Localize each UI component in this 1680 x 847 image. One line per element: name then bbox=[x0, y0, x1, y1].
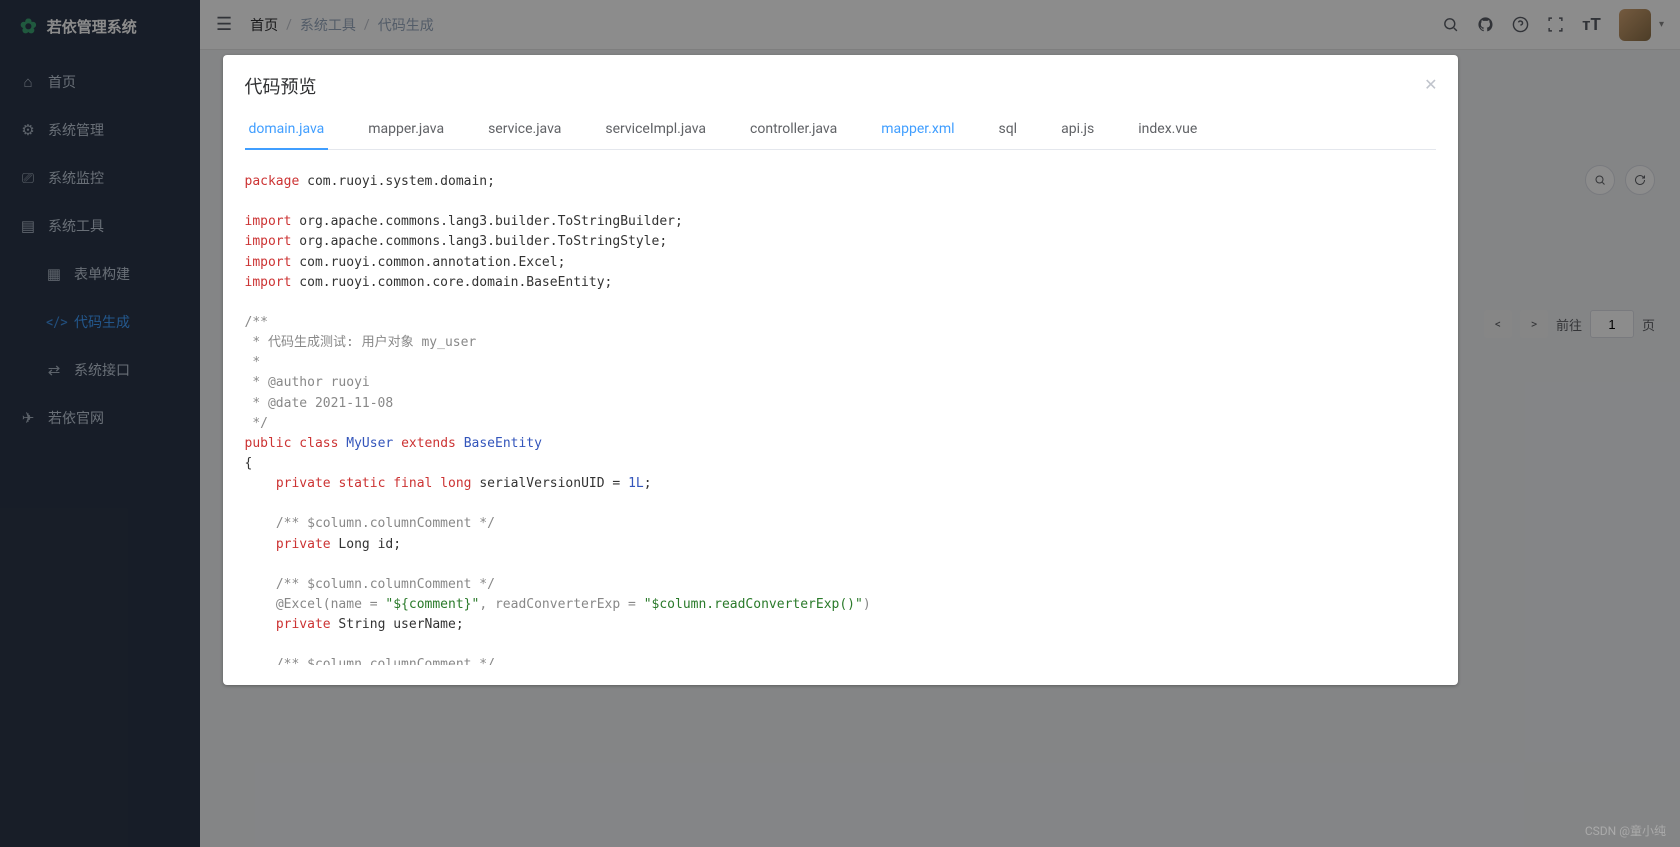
modal-header: 代码预览 bbox=[223, 55, 1458, 109]
tab-mapper-xml[interactable]: mapper.xml bbox=[877, 109, 958, 149]
code-scroll[interactable]: package com.ruoyi.system.domain; import … bbox=[245, 172, 1436, 665]
tab-serviceimpl-java[interactable]: serviceImpl.java bbox=[601, 109, 710, 149]
watermark: CSDN @童小纯 bbox=[1585, 822, 1666, 839]
close-icon[interactable]: ✕ bbox=[1424, 75, 1437, 94]
modal-title: 代码预览 bbox=[245, 73, 1436, 99]
tab-api-js[interactable]: api.js bbox=[1057, 109, 1098, 149]
modal-body: domain.java mapper.java service.java ser… bbox=[223, 109, 1458, 685]
tab-mapper-java[interactable]: mapper.java bbox=[364, 109, 448, 149]
tab-controller-java[interactable]: controller.java bbox=[746, 109, 841, 149]
code-content: package com.ruoyi.system.domain; import … bbox=[245, 172, 1424, 665]
tab-domain-java[interactable]: domain.java bbox=[245, 109, 329, 149]
code-preview-modal: ✕ 代码预览 domain.java mapper.java service.j… bbox=[223, 55, 1458, 685]
tab-index-vue[interactable]: index.vue bbox=[1134, 109, 1201, 149]
modal-overlay[interactable]: ✕ 代码预览 domain.java mapper.java service.j… bbox=[0, 0, 1680, 847]
tab-service-java[interactable]: service.java bbox=[484, 109, 565, 149]
tab-sql[interactable]: sql bbox=[995, 109, 1022, 149]
code-tabs: domain.java mapper.java service.java ser… bbox=[245, 109, 1436, 150]
